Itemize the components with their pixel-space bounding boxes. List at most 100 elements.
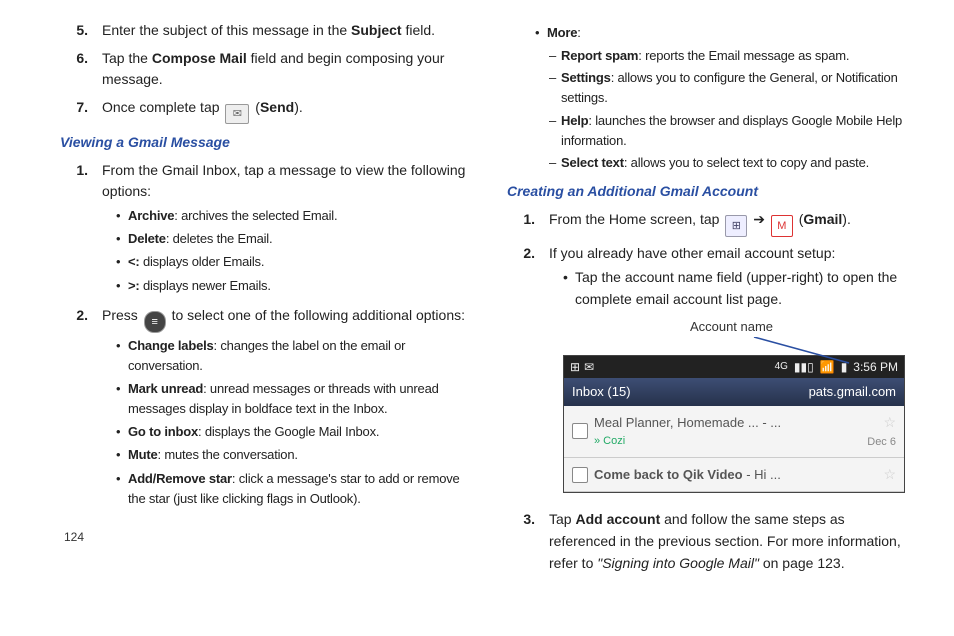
apps-grid-icon: ⊞ (725, 215, 747, 237)
star-bold: Add/Remove star (128, 471, 232, 486)
account-name-label: Account name (549, 317, 914, 337)
bullet-icon: • (116, 469, 128, 509)
mark-unread-bold: Mark unread (128, 381, 203, 396)
account-name-field[interactable]: pats.gmail.com (809, 382, 896, 402)
bullet-icon: • (116, 445, 128, 465)
create-step-3: 3. Tap Add account and follow the same s… (507, 509, 914, 574)
add-account-bold: Add account (575, 511, 660, 527)
text: displays newer Emails. (140, 278, 271, 293)
menu-icon: ≡ (144, 311, 166, 333)
gmail-icon: M (771, 215, 793, 237)
step-number: 2. (507, 243, 535, 504)
view-step-1: 1. From the Gmail Inbox, tap a message t… (60, 160, 467, 299)
mail-title-rest: - Hi ... (743, 467, 781, 482)
star-icon: ☆ (883, 464, 896, 486)
text: : launches the browser and displays Goog… (561, 113, 902, 148)
change-labels-bold: Change labels (128, 338, 214, 353)
dash-icon: – (549, 68, 561, 108)
bullet-icon: • (116, 206, 128, 226)
step-body: Press ≡ to select one of the following a… (102, 305, 467, 512)
text: : allows you to select text to copy and … (624, 155, 869, 170)
gmail-bold: Gmail (803, 211, 842, 227)
bullet-archive: • Archive: archives the selected Email. (116, 206, 467, 226)
pointer-line (549, 337, 914, 355)
text: From the Home screen, tap (549, 211, 723, 227)
right-column: • More: – Report spam: reports the Email… (507, 20, 914, 581)
phone-mail-row: Come back to Qik Video - Hi ... ☆ (564, 458, 904, 493)
phone-screenshot: ⊞ ✉ 4G ▮▮▯ 📶 ▮ 3:56 PM Inbox (15) (563, 355, 905, 494)
mute-bold: Mute (128, 447, 158, 462)
step-number: 5. (60, 20, 88, 42)
step-6: 6. Tap the Compose Mail field and begin … (60, 48, 467, 91)
bullet-tap-account-name: • Tap the account name field (upper-righ… (563, 267, 914, 310)
settings-bold: Settings (561, 70, 611, 85)
step-number: 1. (60, 160, 88, 299)
text: Enter the subject of this message in the (102, 22, 351, 38)
send-icon: ✉ (225, 104, 249, 124)
mail-title: Meal Planner, Homemade ... - ... (594, 413, 861, 433)
step-body: From the Gmail Inbox, tap a message to v… (102, 160, 467, 299)
mail-sub: » Cozi (594, 433, 861, 450)
text: : allows you to configure the General, o… (561, 70, 898, 105)
text: From the Gmail Inbox, tap a message to v… (102, 160, 467, 203)
step-body: If you already have other email account … (549, 243, 914, 504)
text: : mutes the conversation. (158, 447, 298, 462)
text: : displays the Google Mail Inbox. (198, 424, 379, 439)
step-5: 5. Enter the subject of this message in … (60, 20, 467, 42)
step-body: Tap Add account and follow the same step… (549, 509, 914, 574)
subject-bold: Subject (351, 22, 402, 38)
checkbox-icon (572, 423, 588, 439)
bullet-mark-unread: • Mark unread: unread messages or thread… (116, 379, 467, 419)
bullet-mute: • Mute: mutes the conversation. (116, 445, 467, 465)
create-step-1: 1. From the Home screen, tap ⊞ ➔ M (Gmai… (507, 209, 914, 237)
delete-bold: Delete (128, 231, 166, 246)
bullet-icon: • (116, 252, 128, 272)
send-bold: Send (260, 99, 294, 115)
star-icon: ☆ (867, 412, 896, 434)
report-spam-bold: Report spam (561, 48, 638, 63)
bullet-icon: • (116, 336, 128, 376)
dash-icon: – (549, 111, 561, 151)
checkbox-icon (572, 467, 588, 483)
select-text-bold: Select text (561, 155, 624, 170)
gt-bold: >: (128, 278, 140, 293)
bullet-icon: • (116, 229, 128, 249)
text: ). (842, 211, 851, 227)
bullet-newer: • >: displays newer Emails. (116, 276, 467, 296)
step-7: 7. Once complete tap ✉ (Send). (60, 97, 467, 124)
page: 5. Enter the subject of this message in … (0, 0, 954, 601)
bullet-older: • <: displays older Emails. (116, 252, 467, 272)
phone-mail-row: Meal Planner, Homemade ... - ... » Cozi … (564, 406, 904, 458)
bullet-icon: • (535, 23, 547, 43)
text: Press (102, 307, 142, 323)
bullet-icon: • (116, 422, 128, 442)
dash-select-text: – Select text: allows you to select text… (549, 153, 914, 173)
text: : deletes the Email. (166, 231, 273, 246)
step-number: 2. (60, 305, 88, 512)
bullet-go-inbox: • Go to inbox: displays the Google Mail … (116, 422, 467, 442)
text: field. (402, 22, 435, 38)
text: ). (294, 99, 303, 115)
step-number: 1. (507, 209, 535, 237)
dash-settings: – Settings: allows you to configure the … (549, 68, 914, 108)
text: Tap (549, 511, 575, 527)
account-name-text: Account name (690, 319, 773, 334)
bullet-icon: • (563, 267, 575, 310)
inbox-label: Inbox (15) (572, 382, 631, 402)
left-column: 5. Enter the subject of this message in … (60, 20, 467, 581)
text: Tap the account name field (upper-right)… (575, 267, 914, 310)
dash-help: – Help: launches the browser and display… (549, 111, 914, 151)
view-step-2: 2. Press ≡ to select one of the followin… (60, 305, 467, 512)
text: Tap the (102, 50, 152, 66)
create-step-2: 2. If you already have other email accou… (507, 243, 914, 504)
bullet-add-remove-star: • Add/Remove star: click a message's sta… (116, 469, 467, 509)
text: : (577, 25, 580, 40)
bullet-delete: • Delete: deletes the Email. (116, 229, 467, 249)
text: Once complete tap (102, 99, 223, 115)
text: : archives the selected Email. (174, 208, 337, 223)
text: : reports the Email message as spam. (638, 48, 849, 63)
heading-viewing-gmail: Viewing a Gmail Message (60, 132, 467, 154)
arrow: ➔ (753, 211, 769, 227)
compose-mail-bold: Compose Mail (152, 50, 247, 66)
dash-icon: – (549, 46, 561, 66)
